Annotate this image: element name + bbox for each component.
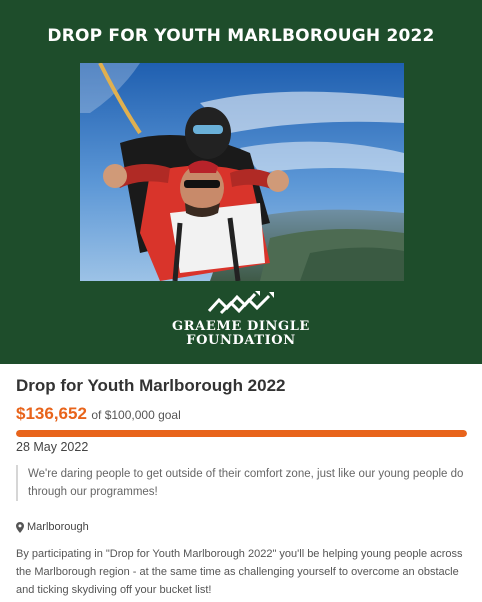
progress-fill [16, 430, 467, 437]
foundation-logo: GRAEME DINGLE FOUNDATION [150, 291, 332, 351]
banner-title: DROP FOR YOUTH MARLBOROUGH 2022 [47, 26, 435, 46]
goal-text: of $100,000 goal [91, 408, 181, 422]
campaign-description: By participating in "Drop for Youth Marl… [16, 548, 463, 596]
amount-raised: $136,652 [16, 404, 87, 423]
logo-text-line2: FOUNDATION [186, 333, 296, 348]
skydiving-photo [80, 63, 404, 281]
campaign-title[interactable]: Drop for Youth Marlborough 2022 [16, 376, 286, 396]
mountain-arrows-icon [207, 291, 274, 315]
location: Marlborough [16, 521, 89, 533]
progress-bar [16, 430, 467, 437]
campaign-banner: DROP FOR YOUTH MARLBOROUGH 2022 GRAEME D… [0, 0, 482, 364]
logo-text-line1: GRAEME DINGLE [172, 319, 310, 334]
funding-summary: $136,652 of $100,000 goal [16, 404, 181, 424]
map-pin-icon [16, 521, 24, 533]
campaign-quote: We're daring people to get outside of th… [16, 465, 466, 501]
event-date: 28 May 2022 [16, 440, 89, 454]
location-label: Marlborough [27, 521, 89, 533]
fundraiser-card[interactable]: DROP FOR YOUTH MARLBOROUGH 2022 GRAEME D… [0, 0, 482, 602]
